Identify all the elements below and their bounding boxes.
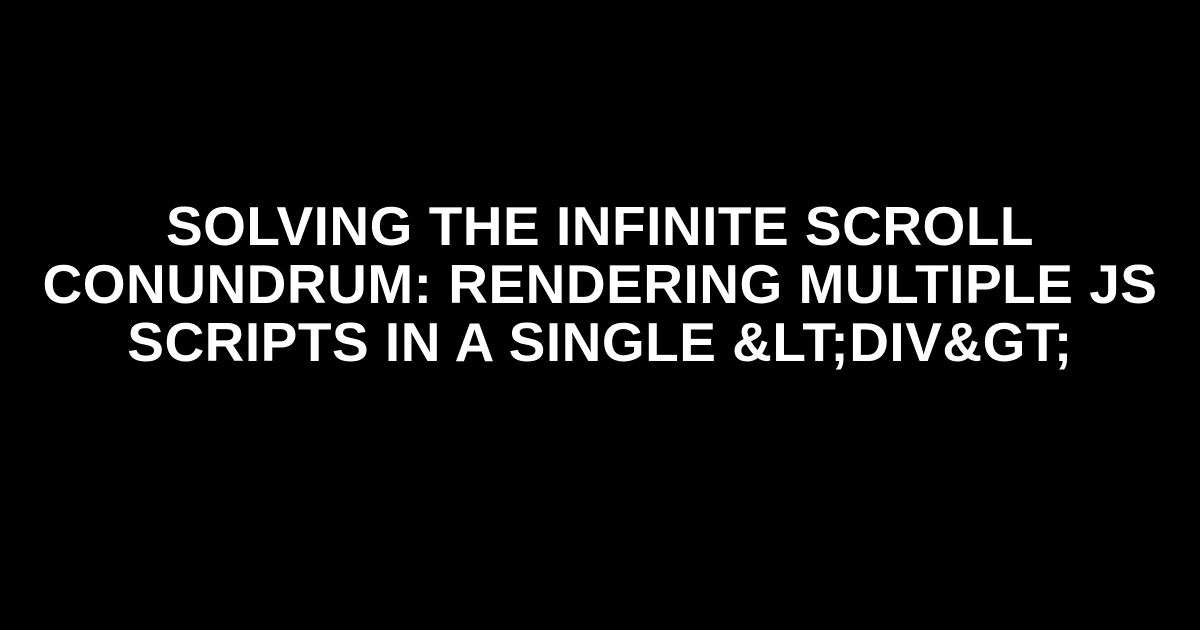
title-container: SOLVING THE INFINITE SCROLL CONUNDRUM: R… [0, 198, 1200, 371]
page-title: SOLVING THE INFINITE SCROLL CONUNDRUM: R… [40, 198, 1160, 371]
